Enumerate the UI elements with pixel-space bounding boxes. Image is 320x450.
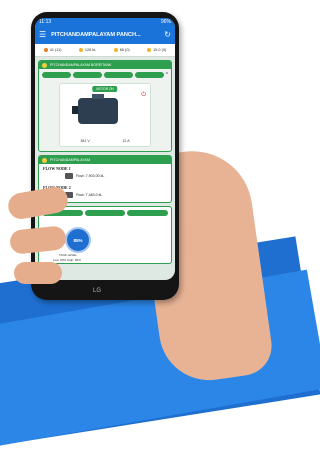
voltage-reading: 381 V [80,139,90,143]
motor-icon [72,94,118,124]
status-time: 11:13 [39,19,52,25]
person-icon [43,48,48,52]
flow-meter-icon [65,173,73,179]
flow-node: FLOW NODE 1 Flow: 7,903.00 kL [39,164,171,183]
stat-item: 66 (0) [113,48,130,52]
flow-node-name: FLOW NODE 1 [43,166,71,171]
tank-level-gauge: 85% [65,227,91,253]
status-dot-icon [42,62,47,68]
tank-thresholds: Low: 80% High: 95% [53,258,81,262]
chevron-up-icon[interactable]: ^ [166,72,168,78]
flow-reading: Flow: 7,903.00 kL [76,174,105,178]
power-icon[interactable]: ⏻ [141,92,146,99]
pump-controls: ^ [39,69,171,81]
control-pill[interactable] [103,72,133,78]
flow-node-row: Flow: 7,903.00 kL [65,173,167,179]
control-pill[interactable] [127,210,169,216]
flow-node-row: Flow: 7,483.0 kL [65,192,167,198]
stats-row: 41 (11) 126 kL 66 (0) 15.0 (0) [35,44,175,57]
tank-caption: TANK LEVEL [59,253,77,257]
finger [14,262,62,284]
control-pill[interactable] [42,72,71,78]
status-bar: 11:13 96% [35,18,175,26]
app-title: PITCHANDAMPALAYAM PANCH... [51,32,141,38]
control-pill[interactable] [72,72,102,78]
flow-card-title: PITCHANDAMPALAYAM [50,158,90,162]
flow-reading: Flow: 7,483.0 kL [76,193,103,197]
pump-card-title: PITCHANDAMPALAYAM BORE/TANK [50,63,112,67]
stat-item: 15.0 (0) [147,48,166,52]
menu-icon[interactable]: ☰ [39,31,46,39]
pump-card-header: PITCHANDAMPALAYAM BORE/TANK [39,61,171,69]
status-dot-icon [42,157,47,163]
motor-status-badge: MOTOR ON [92,86,118,92]
drop-icon [78,48,83,52]
motor-readings: 381 V 12 A [64,139,146,143]
refresh-icon[interactable]: ↻ [164,31,171,39]
control-pill[interactable] [84,210,126,216]
app-bar: ☰ PITCHANDAMPALAYAM PANCH... ↻ [35,26,175,44]
pump-card[interactable]: PITCHANDAMPALAYAM BORE/TANK ^ MOTOR ON ⏻… [38,60,172,152]
brand-logo: LG [93,288,102,294]
motor-panel: MOTOR ON ⏻ 381 V 12 A [59,83,151,147]
phone: 11:13 96% ☰ PITCHANDAMPALAYAM PANCH... ↻… [31,12,179,300]
current-reading: 12 A [122,139,130,143]
control-pill[interactable] [134,72,164,78]
pump-icon [113,48,118,52]
stat-item: 41 (11) [43,48,61,52]
battery-level: 96% [160,19,171,25]
flow-card-header: PITCHANDAMPALAYAM [39,156,171,164]
tank-icon [147,48,152,52]
stat-item: 126 kL [78,48,96,52]
